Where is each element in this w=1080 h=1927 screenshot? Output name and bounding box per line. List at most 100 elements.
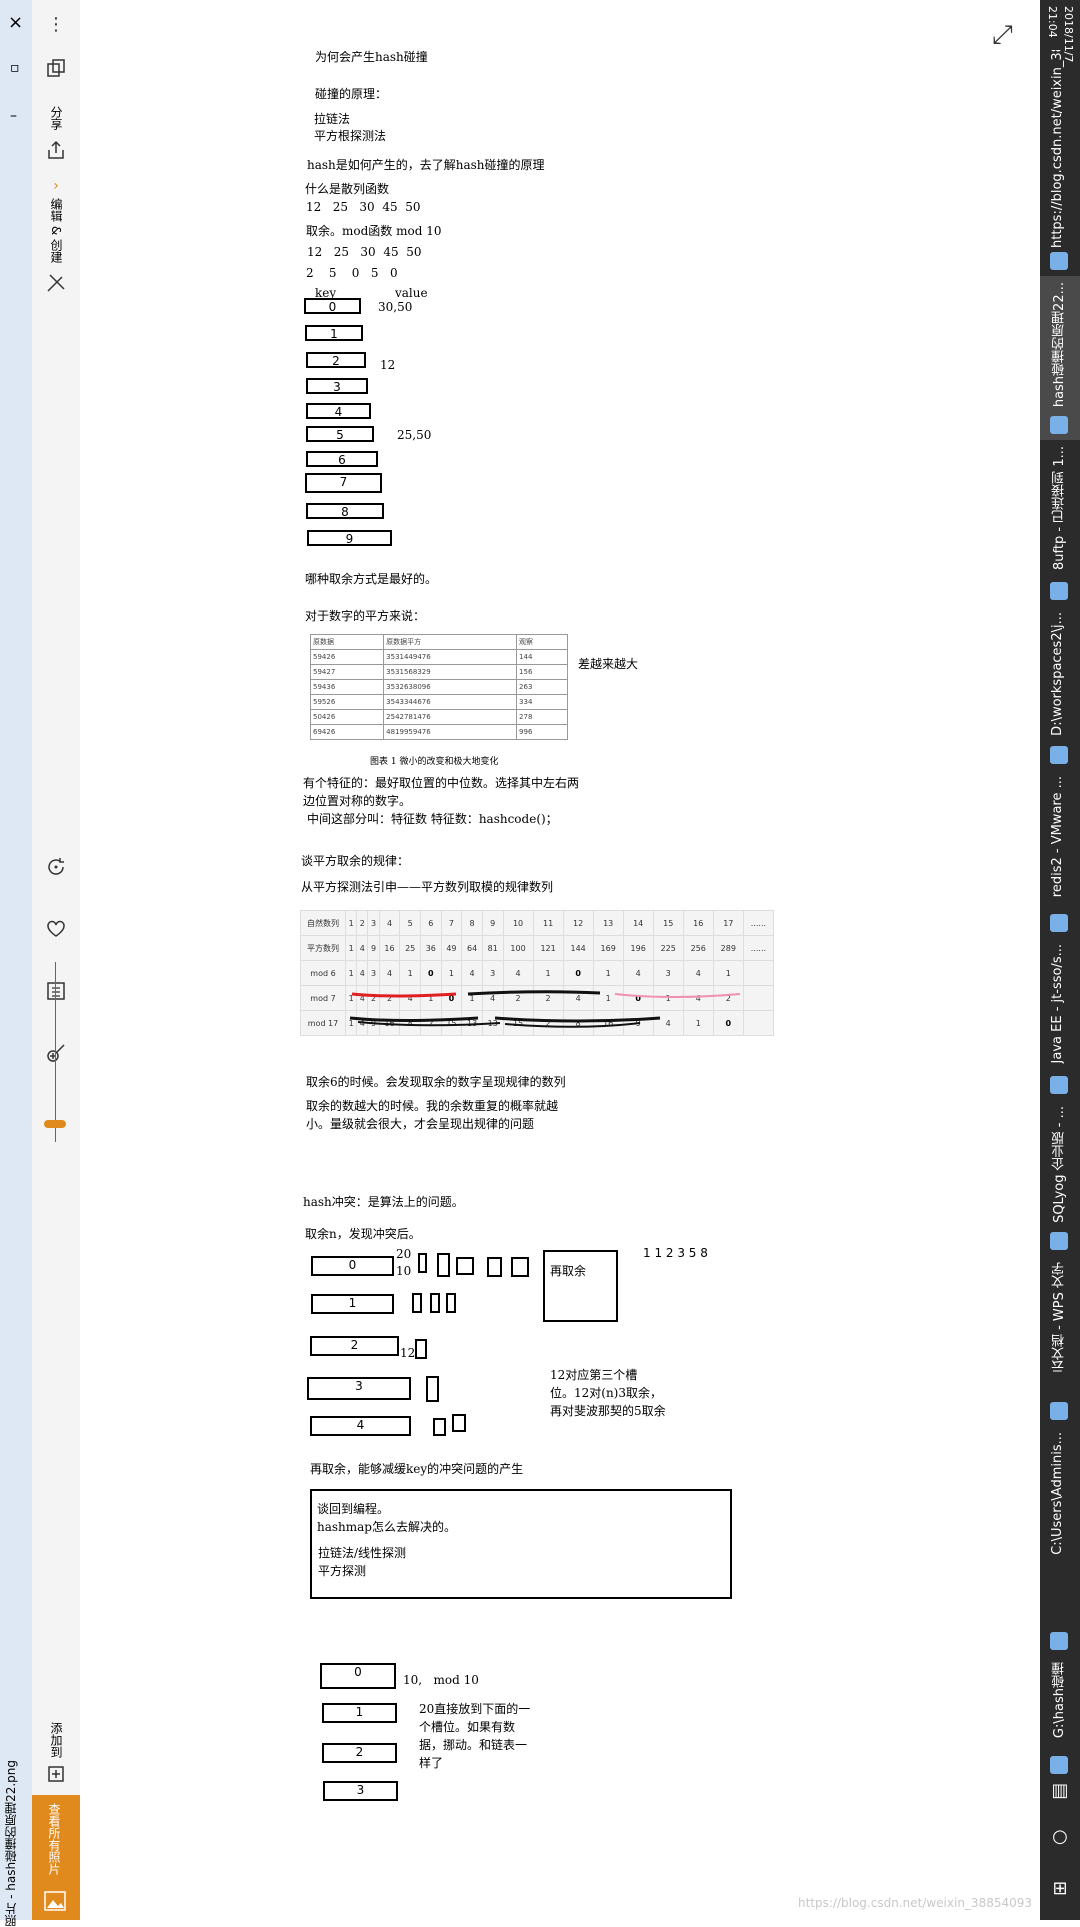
- minimize-icon[interactable]: –: [10, 108, 17, 124]
- more-icon[interactable]: ⋮: [32, 14, 80, 35]
- square-table: 原数据 原数据平方 观察 59426 3531449476 144 59427 3531568…: [309, 634, 568, 740]
- table-row: 59526 3543344676 334: [309, 694, 568, 710]
- value-10: 10: [396, 1264, 412, 1278]
- add-to-button[interactable]: 添加到: [48, 1722, 65, 1758]
- slot-box: 1: [322, 1703, 397, 1723]
- note-b2: 个槽位。如果有数: [419, 1720, 516, 1734]
- slot-label: 1: [348, 1296, 357, 1310]
- note-conflict: hash冲突：是算法上的问题。: [303, 1195, 464, 1209]
- add-to-label: 添加到: [49, 1722, 63, 1758]
- task-view-icon[interactable]: ▥: [1040, 1780, 1080, 1801]
- slot-label: 6: [338, 453, 346, 467]
- note-method1: 拉链法: [314, 112, 351, 126]
- note-b4: 样了: [419, 1756, 444, 1770]
- table-row: 69426 4819959476 996: [309, 724, 568, 740]
- table-cell: 144: [516, 649, 568, 665]
- table-cell: 3531449476: [383, 649, 518, 665]
- note-feature3: 中间这部分叫：特征数 特征数：hashcode()；: [307, 812, 558, 826]
- taskbar-item-label: redis2 - VMware ...: [1050, 776, 1065, 898]
- slot-box: 0: [304, 298, 361, 314]
- table-cell: 3531568329: [383, 664, 518, 680]
- taskbar-item[interactable]: hash碰撞的原理22...: [1040, 276, 1080, 440]
- underline-marks: [349, 990, 741, 1028]
- taskbar-item[interactable]: SQLyog 企业版 - ...: [1040, 1100, 1080, 1256]
- taskbar-item[interactable]: 8uftp - 已连接到 1...: [1040, 440, 1080, 606]
- table-cell: 观察: [516, 634, 568, 650]
- expand-icon[interactable]: ⤢: [992, 20, 1013, 51]
- view-all-photos-button[interactable]: 查看所有照片: [32, 1795, 80, 1920]
- note-rule-title: 谈平方取余的规律：: [301, 854, 410, 868]
- table-cell: 278: [516, 709, 568, 725]
- chevron-icon: ›: [53, 178, 59, 194]
- note-title: 为何会产生hash碰撞: [315, 50, 428, 64]
- chain-square: [415, 1339, 427, 1359]
- heart-icon[interactable]: [32, 918, 80, 945]
- note-feature1: 有个特征的：最好取位置的中位数。选择其中左右两: [303, 776, 580, 790]
- taskbar-item-label: hash碰撞的原理22...: [1052, 282, 1067, 408]
- note-value: value: [395, 286, 428, 300]
- taskbar-item[interactable]: redis2 - VMware ...: [1040, 770, 1080, 938]
- slot-label: 1: [355, 1705, 364, 1719]
- note-rule-sub: 从平方探测法引申——平方数列取模的规律数列: [301, 880, 554, 894]
- box-line4: 平方探测: [318, 1564, 367, 1578]
- close-icon[interactable]: ×: [8, 12, 23, 33]
- slot-label: 7: [339, 475, 348, 489]
- taskbar-item[interactable]: D:\workspaces2\j...: [1040, 606, 1080, 770]
- table-cell: 原数据: [309, 634, 385, 650]
- app-icon: [1050, 1076, 1068, 1094]
- rotate-icon[interactable]: [32, 856, 80, 883]
- slot-value-2: 12: [380, 358, 396, 372]
- app-icon: [1050, 1756, 1068, 1774]
- photos-toolbar: ⋮ 分享 › 编辑 & 创建 添加到: [32, 0, 80, 1920]
- slot-box: 2: [310, 1336, 399, 1356]
- taskbar-item[interactable]: C:\Users\Adminis...: [1040, 1426, 1080, 1656]
- edit-create-button[interactable]: 编辑 & 创建: [48, 198, 65, 263]
- note-reremain: 再取余: [550, 1264, 587, 1278]
- share-button[interactable]: 分享: [48, 106, 65, 130]
- table-row: 59436 3532638096 263: [309, 679, 568, 695]
- share-label: 分享: [49, 106, 63, 130]
- slot-box: 3: [307, 1377, 411, 1400]
- note-diff: 差越来越大: [578, 657, 639, 671]
- slot-label: 0: [354, 1665, 362, 1679]
- slot-label: 2: [350, 1338, 359, 1352]
- chain-square: [412, 1293, 422, 1313]
- table-caption: 图表 1 微小的改变和极大地变化: [370, 757, 499, 767]
- edit-icon[interactable]: [32, 272, 80, 299]
- add-icon[interactable]: [32, 1764, 80, 1789]
- taskbar-item[interactable]: G:\hash碰撞: [1040, 1656, 1080, 1780]
- table-cell: 69426: [309, 724, 385, 740]
- note-nums2: 12 25 30 45 50: [307, 245, 422, 259]
- share-icon[interactable]: [32, 140, 80, 167]
- taskbar-item[interactable]: https://blog.csdn.net/weixin_38854093: [1040, 44, 1080, 276]
- taskbar-item-label: 云文档 - WPS 文字: [1052, 1262, 1067, 1374]
- box-line2: hashmap怎么去解决的。: [317, 1520, 456, 1534]
- taskbar-item[interactable]: 云文档 - WPS 文字: [1040, 1256, 1080, 1426]
- chain-square: [418, 1253, 427, 1273]
- app-icon: [1050, 1632, 1068, 1650]
- table-cell: 3543344676: [383, 694, 518, 710]
- note-bottom-mod: 10, mod 10: [403, 1673, 479, 1687]
- windows-start-icon[interactable]: ⊞: [1040, 1878, 1080, 1899]
- chain-square: [437, 1253, 450, 1277]
- cortana-icon[interactable]: ○: [1040, 1826, 1080, 1847]
- box-line1: 谈回到编程。: [317, 1502, 390, 1516]
- slot-box: 9: [307, 530, 392, 546]
- table-row: 50426 2542781476 278: [309, 709, 568, 725]
- note-how: hash是如何产生的，去了解hash碰撞的原理: [307, 158, 545, 172]
- app-icon: [1050, 252, 1068, 270]
- slot-label: 2: [355, 1745, 364, 1759]
- taskbar-item[interactable]: Java EE - jt-sso/s...: [1040, 938, 1080, 1100]
- zoom-slider[interactable]: [44, 962, 66, 1142]
- edit-label: 编辑 & 创建: [49, 198, 63, 263]
- table-cell: 原数据平方: [383, 634, 518, 650]
- note-obs1: 取余6的时候。会发现取余的数字呈现规律的数列: [306, 1075, 566, 1089]
- note-slot12-3: 再对斐波那契的5取余: [550, 1404, 666, 1418]
- chain-square: [446, 1293, 456, 1313]
- copy-icon[interactable]: [32, 58, 80, 85]
- zoom-thumb[interactable]: [44, 1120, 66, 1128]
- slot-box: 2: [306, 352, 366, 368]
- table-row: 59426 3531449476 144: [309, 649, 568, 665]
- slot-value-0: 30,50: [378, 300, 413, 314]
- restore-icon[interactable]: ▫: [10, 60, 20, 76]
